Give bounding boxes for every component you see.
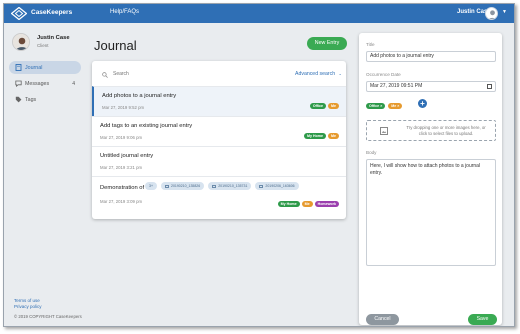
entry-tags: Office Me bbox=[309, 103, 339, 109]
chevron-down-icon: ⌄ bbox=[338, 71, 342, 76]
title-field[interactable]: Add photos to a journal entry bbox=[366, 51, 496, 62]
entry-tags: My Home Me Homework bbox=[277, 201, 339, 207]
chevron-down-icon[interactable]: ▼ bbox=[502, 9, 507, 15]
more-attachments-chip[interactable]: 3+ bbox=[145, 182, 157, 190]
attachment-chip[interactable]: 20190210_135826 bbox=[161, 182, 205, 190]
entry-date: Mar 27, 2019 3:09 pm bbox=[100, 199, 143, 204]
entry-attachments: 3+ 20190210_135826 20190210_135731 20190… bbox=[145, 182, 299, 190]
sidebar-item-label: Messages bbox=[25, 80, 50, 87]
entry-title: Untitled journal entry bbox=[100, 153, 154, 159]
body-textarea[interactable]: Here, I will show how to attach photos t… bbox=[366, 159, 496, 266]
sidebar: Justin Case Client Journal Messages 4 Ta… bbox=[4, 23, 86, 326]
journal-list-card: Advanced search ⌄ Add photos to a journa… bbox=[92, 61, 346, 219]
tag-label: Office bbox=[369, 104, 380, 108]
sidebar-item-label: Tags bbox=[25, 96, 37, 103]
search-input[interactable] bbox=[113, 69, 263, 79]
entry-title: Add photos to a journal entry bbox=[102, 93, 177, 99]
brand-name[interactable]: CaseKeepers bbox=[31, 9, 72, 16]
help-faqs-link[interactable]: Help/FAQs bbox=[110, 9, 139, 15]
tag-office: Office bbox=[309, 103, 326, 109]
entry-date: Mar 27, 2019 3:21 pm bbox=[100, 165, 143, 170]
dropzone-text: Try dropping one or more images here, or… bbox=[406, 125, 486, 136]
plus-icon: + bbox=[420, 99, 425, 108]
attachment-chip[interactable]: 20190206_163606 bbox=[255, 182, 299, 190]
privacy-policy-link[interactable]: Privacy policy bbox=[14, 304, 42, 309]
user-photo-icon bbox=[13, 34, 29, 50]
entry-editor-panel: Title Add photos to a journal entry Occu… bbox=[359, 33, 502, 325]
tag-me[interactable]: Me × bbox=[388, 103, 403, 109]
calendar-icon[interactable] bbox=[487, 84, 492, 89]
save-button[interactable]: Save bbox=[468, 314, 497, 325]
header-avatar[interactable] bbox=[485, 7, 498, 20]
casekeepers-logo-icon[interactable] bbox=[11, 7, 27, 20]
journal-entry[interactable]: Untitled journal entry Mar 27, 2019 3:21… bbox=[92, 146, 346, 176]
advanced-search-dropdown[interactable]: Advanced search ⌄ bbox=[295, 71, 342, 77]
close-icon[interactable]: × bbox=[380, 104, 382, 108]
occurrence-date-field[interactable]: Mar 27, 2019 09:51 PM bbox=[366, 81, 496, 92]
journal-entry[interactable]: Add tags to an existing journal entry Ma… bbox=[92, 116, 346, 146]
entry-title: Add tags to an existing journal entry bbox=[100, 123, 193, 129]
tag-label: Me bbox=[391, 104, 397, 108]
tag-office[interactable]: Office × bbox=[366, 103, 386, 109]
tag-my-home: My Home bbox=[304, 133, 326, 139]
occurrence-date-value: Mar 27, 2019 09:51 PM bbox=[370, 83, 423, 89]
page-title: Journal bbox=[94, 38, 137, 53]
image-icon bbox=[165, 184, 169, 188]
sidebar-item-tags[interactable]: Tags bbox=[9, 93, 81, 106]
new-entry-button[interactable]: New Entry bbox=[307, 37, 347, 50]
terms-of-use-link[interactable]: Terms of use bbox=[14, 298, 40, 303]
entry-date: Mar 27, 2019 9:06 pm bbox=[100, 135, 143, 140]
tag-me: Me bbox=[301, 201, 313, 207]
body-label: Body bbox=[366, 150, 377, 155]
tag-icon bbox=[15, 96, 22, 103]
attachment-name: 20190210_135826 bbox=[171, 184, 201, 188]
sidebar-item-label: Journal bbox=[25, 64, 43, 71]
sidebar-avatar bbox=[12, 33, 30, 51]
sidebar-user-name: Justin Case bbox=[37, 35, 70, 41]
chat-icon bbox=[15, 80, 22, 87]
sidebar-item-messages[interactable]: Messages 4 bbox=[9, 77, 81, 90]
sidebar-item-journal[interactable]: Journal bbox=[9, 61, 81, 74]
top-navbar: CaseKeepers Help/FAQs Justin Case ▼ bbox=[4, 4, 514, 23]
user-avatar-icon bbox=[488, 10, 497, 19]
image-icon bbox=[212, 184, 217, 188]
editor-tags: Office × Me × bbox=[366, 103, 403, 109]
close-icon[interactable]: × bbox=[397, 104, 399, 108]
journal-entry[interactable]: Demonstration of a ... Mar 27, 2019 3:09… bbox=[92, 176, 346, 210]
cancel-button[interactable]: Cancel bbox=[366, 314, 399, 325]
title-label: Title bbox=[366, 42, 375, 47]
tag-me: Me bbox=[328, 133, 339, 139]
book-icon bbox=[15, 64, 22, 71]
attachment-chip[interactable]: 20190210_135731 bbox=[208, 182, 252, 190]
app-window: CaseKeepers Help/FAQs Justin Case ▼ Just… bbox=[3, 3, 515, 327]
entry-date: Mar 27, 2019 9:52 pm bbox=[102, 105, 145, 110]
image-dropzone[interactable]: Try dropping one or more images here, or… bbox=[366, 120, 496, 141]
attachment-name: 20190206_163606 bbox=[265, 184, 295, 188]
journal-main: Journal New Entry Advanced search ⌄ Add … bbox=[86, 23, 356, 326]
image-icon bbox=[259, 184, 264, 188]
add-tag-button[interactable]: + bbox=[418, 99, 427, 108]
occurrence-date-label: Occurrence Date bbox=[366, 72, 401, 77]
sidebar-user-role: Client bbox=[37, 43, 49, 48]
tag-my-home: My Home bbox=[277, 201, 300, 207]
copyright-text: © 2019 COPYRIGHT CaseKeepers bbox=[14, 314, 82, 319]
search-icon bbox=[102, 72, 108, 78]
advanced-search-label: Advanced search bbox=[295, 71, 336, 77]
image-upload-icon bbox=[380, 127, 388, 135]
tag-homework: Homework bbox=[314, 201, 339, 207]
tag-me: Me bbox=[328, 103, 339, 109]
messages-count-badge: 4 bbox=[72, 80, 75, 87]
journal-entry[interactable]: Add photos to a journal entry Mar 27, 20… bbox=[92, 86, 346, 116]
entry-tags: My Home Me bbox=[304, 133, 339, 139]
attachment-name: 20190210_135731 bbox=[218, 184, 248, 188]
